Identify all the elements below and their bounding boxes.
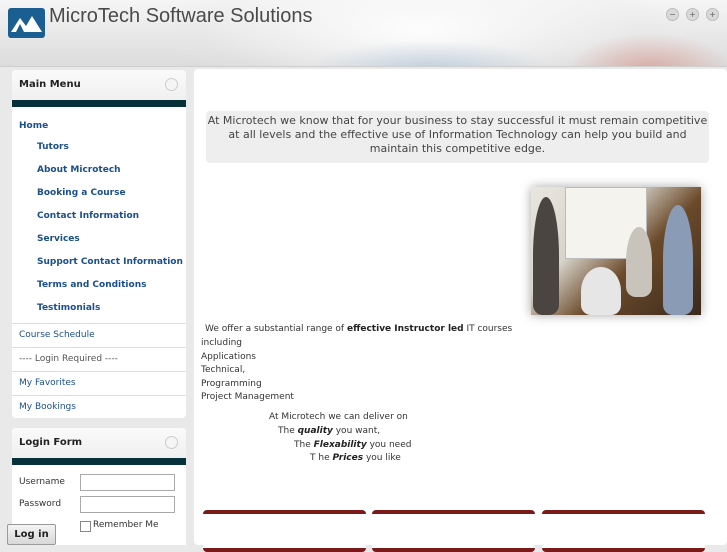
- menu-item-course-schedule[interactable]: Course Schedule: [12, 323, 186, 347]
- remember-checkbox[interactable]: [80, 521, 91, 532]
- main-menu-list: Home Tutors About Microtech Booking a Co…: [12, 107, 186, 423]
- offer-line-2: including: [201, 338, 242, 348]
- content-panel: [372, 510, 535, 552]
- menu-item-booking[interactable]: Booking a Course: [12, 182, 186, 205]
- menu-item-favorites[interactable]: My Favorites: [12, 371, 186, 395]
- menu-item-testimonials[interactable]: Testimonials: [12, 297, 186, 323]
- module-header: Login Form: [12, 428, 186, 458]
- site-header: MicroTech Software Solutions − + +: [0, 0, 727, 67]
- quality-line: The quality you want,: [278, 426, 381, 436]
- menu-item-support[interactable]: Support Contact Information: [12, 251, 186, 274]
- minimize-icon[interactable]: −: [666, 8, 679, 21]
- course-type: Applications: [201, 352, 256, 362]
- password-field[interactable]: [80, 496, 175, 513]
- offer-line: We offer a substantial range of effectiv…: [205, 324, 513, 334]
- main-menu-module: Main Menu Home Tutors About Microtech Bo…: [12, 70, 186, 418]
- password-label: Password: [19, 499, 62, 509]
- main-content: At Microtech we know that for your busin…: [194, 69, 727, 552]
- username-row: Username: [12, 473, 186, 495]
- module-toggle-icon[interactable]: [165, 78, 178, 91]
- username-field[interactable]: [80, 474, 175, 491]
- menu-item-home[interactable]: Home: [12, 113, 186, 136]
- content-panel: [203, 510, 366, 552]
- menu-item-terms[interactable]: Terms and Conditions: [12, 274, 186, 297]
- expand-icon[interactable]: +: [706, 8, 719, 21]
- window-controls: − + +: [666, 8, 719, 21]
- module-divider-bar: [12, 458, 186, 465]
- course-type: Programming: [201, 379, 262, 389]
- menu-item-tutors[interactable]: Tutors: [12, 136, 186, 159]
- photo-figure: [581, 267, 621, 315]
- module-divider-bar: [12, 100, 186, 107]
- flexability-line: The Flexability you need: [294, 440, 412, 450]
- photo-figure: [663, 205, 693, 315]
- logo-icon[interactable]: [8, 8, 45, 38]
- content-panel: [542, 510, 705, 552]
- course-type: Project Management: [201, 392, 294, 402]
- menu-item-contact[interactable]: Contact Information: [12, 205, 186, 228]
- site-title[interactable]: MicroTech Software Solutions: [49, 5, 312, 28]
- deliver-line: At Microtech we can deliver on: [269, 412, 408, 422]
- username-label: Username: [19, 477, 65, 487]
- module-title: Main Menu: [19, 79, 81, 90]
- login-button[interactable]: Log in: [7, 524, 56, 545]
- maximize-icon[interactable]: +: [686, 8, 699, 21]
- remember-label: Remember Me: [93, 520, 159, 530]
- menu-item-about[interactable]: About Microtech: [12, 159, 186, 182]
- photo-figure: [626, 227, 652, 297]
- module-toggle-icon[interactable]: [165, 436, 178, 449]
- menu-item-services[interactable]: Services: [12, 228, 186, 251]
- meeting-photo: [531, 187, 701, 315]
- prices-line: T he Prices you like: [310, 453, 401, 463]
- module-title: Login Form: [19, 437, 83, 448]
- photo-figure: [533, 197, 559, 315]
- course-type: Technical,: [201, 365, 246, 375]
- password-row: Password: [12, 495, 186, 517]
- menu-item-bookings[interactable]: My Bookings: [12, 395, 186, 419]
- intro-text: At Microtech we know that for your busin…: [206, 111, 709, 163]
- menu-separator-login-required: ---- Login Required ----: [12, 347, 186, 371]
- module-header: Main Menu: [12, 70, 186, 100]
